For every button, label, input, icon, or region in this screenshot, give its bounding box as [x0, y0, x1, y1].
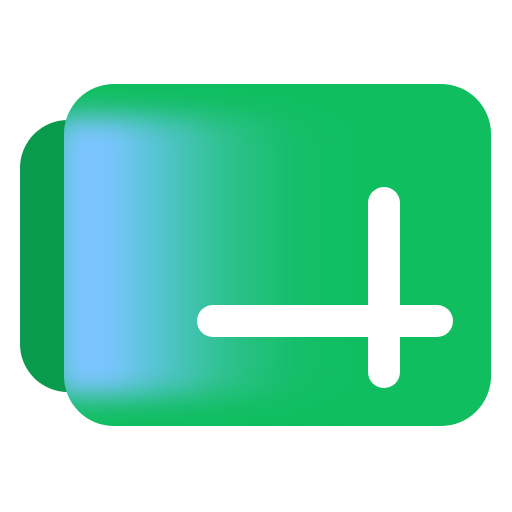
blue-glow-gradient: [64, 116, 364, 396]
plus-horizontal-stroke: [197, 305, 453, 337]
front-card-shape: [64, 84, 491, 426]
plus-vertical-stroke: [368, 187, 400, 388]
icon-canvas: [0, 0, 512, 512]
